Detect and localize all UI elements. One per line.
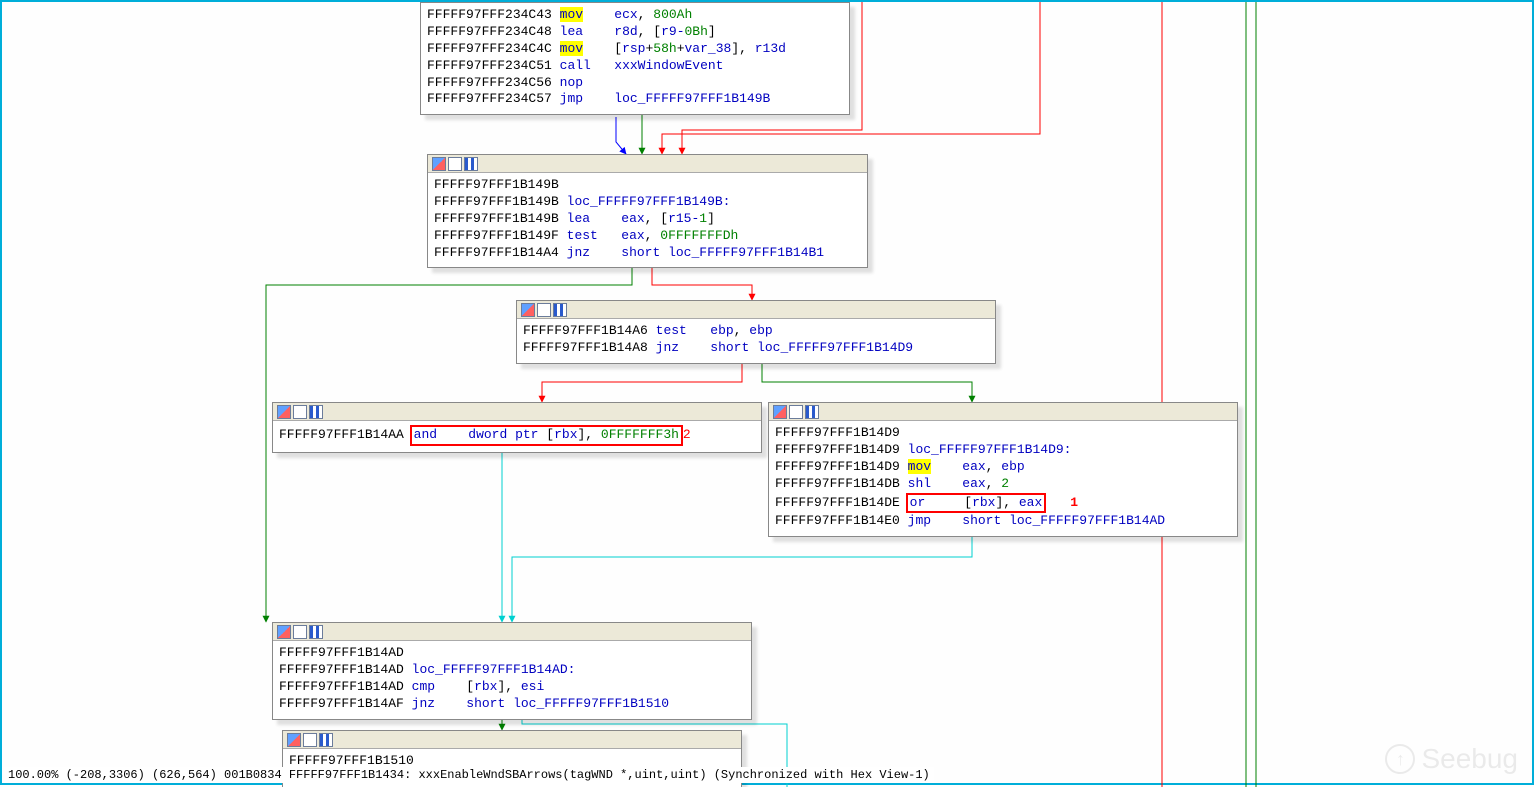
node-icon [309, 625, 323, 639]
node-body: FFFFF97FFF1B14A6 test ebp, ebp FFFFF97FF… [517, 319, 995, 363]
node-header [428, 155, 867, 173]
node-icon [309, 405, 323, 419]
basic-block-node[interactable]: FFFFF97FFF1B14AA and dword ptr [rbx], 0F… [272, 402, 762, 453]
node-icon [464, 157, 478, 171]
node-header [273, 623, 751, 641]
basic-block-node[interactable]: FFFFF97FFF1B14AD FFFFF97FFF1B14AD loc_FF… [272, 622, 752, 720]
node-header [273, 403, 761, 421]
node-body: FFFFF97FFF1B14D9 FFFFF97FFF1B14D9 loc_FF… [769, 421, 1237, 536]
node-header [517, 301, 995, 319]
node-body: FFFFF97FFF234C43 mov ecx, 800Ah FFFFF97F… [421, 3, 849, 114]
node-body: FFFFF97FFF1B14AA and dword ptr [rbx], 0F… [273, 421, 761, 452]
basic-block-node[interactable]: FFFFF97FFF1B14A6 test ebp, ebp FFFFF97FF… [516, 300, 996, 364]
node-body: FFFFF97FFF1B149B FFFFF97FFF1B149B loc_FF… [428, 173, 867, 267]
watermark-icon: ↑ [1385, 744, 1415, 774]
node-header [769, 403, 1237, 421]
node-header [283, 731, 741, 749]
node-icon [293, 405, 307, 419]
flow-edges [2, 2, 1534, 787]
node-icon [303, 733, 317, 747]
watermark: ↑ Seebug [1385, 743, 1518, 775]
node-icon [432, 157, 446, 171]
node-icon [277, 625, 291, 639]
node-icon [287, 733, 301, 747]
node-icon [789, 405, 803, 419]
basic-block-node[interactable]: FFFFF97FFF1B14D9 FFFFF97FFF1B14D9 loc_FF… [768, 402, 1238, 537]
node-icon [773, 405, 787, 419]
node-body: FFFFF97FFF1B14AD FFFFF97FFF1B14AD loc_FF… [273, 641, 751, 719]
node-icon [537, 303, 551, 317]
watermark-text: Seebug [1421, 743, 1518, 775]
status-bar: 100.00% (-208,3306) (626,564) 001B0834 F… [4, 767, 934, 783]
node-icon [521, 303, 535, 317]
node-icon [448, 157, 462, 171]
node-icon [805, 405, 819, 419]
graph-canvas[interactable]: FFFFF97FFF234C43 mov ecx, 800Ah FFFFF97F… [2, 2, 1534, 787]
node-icon [277, 405, 291, 419]
basic-block-node[interactable]: FFFFF97FFF234C43 mov ecx, 800Ah FFFFF97F… [420, 2, 850, 115]
node-icon [293, 625, 307, 639]
basic-block-node[interactable]: FFFFF97FFF1B149B FFFFF97FFF1B149B loc_FF… [427, 154, 868, 268]
node-icon [553, 303, 567, 317]
node-icon [319, 733, 333, 747]
